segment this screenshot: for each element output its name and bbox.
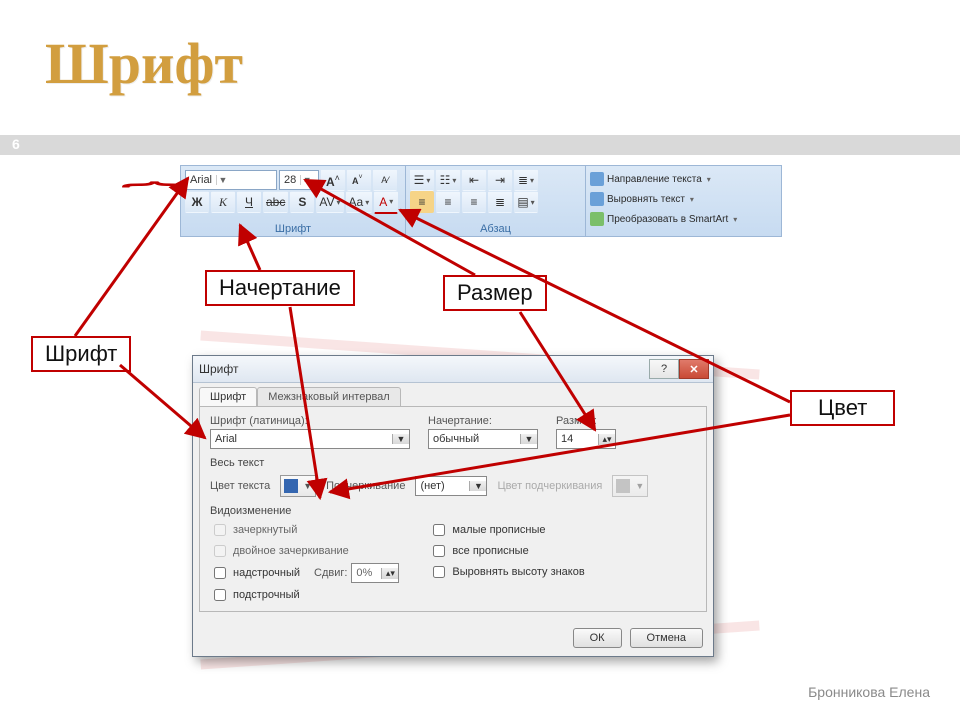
bullets-button[interactable]: ☰ [410, 169, 434, 191]
ck-smallcaps[interactable]: малые прописные [429, 521, 584, 539]
font-name-combo[interactable]: Arial ▼ [185, 170, 277, 190]
align-text-label: Выровнять текст [607, 194, 685, 205]
all-text-section: Весь текст [210, 457, 696, 469]
ribbon-group-paragraph: ☰ ☷ ⇤ ⇥ ≣ ≡ ≡ ≡ ≣ ▤ Абзац [406, 166, 586, 236]
ribbon-group-label-font: Шрифт [181, 223, 405, 235]
grow-font-icon [326, 173, 340, 187]
ok-button[interactable]: ОК [573, 628, 622, 648]
dialog-title: Шрифт [199, 362, 238, 376]
ck-super[interactable]: надстрочный Сдвиг: 0% ▴▾ [210, 563, 399, 583]
indent-dec-button[interactable]: ⇤ [462, 169, 486, 191]
cancel-button[interactable]: Отмена [630, 628, 703, 648]
tab-font[interactable]: Шрифт [199, 387, 257, 406]
bold-button[interactable]: Ж [185, 191, 209, 213]
text-direction-label: Направление текста [607, 174, 702, 185]
align-left-button[interactable]: ≡ [410, 191, 434, 213]
ribbon-group-extra: Направление текста Выровнять текст Преоб… [586, 166, 781, 236]
italic-button[interactable]: К [211, 191, 235, 213]
annot-razmer: Размер [443, 275, 547, 311]
slide-title: Шрифт [45, 30, 243, 97]
textcolor-label: Цвет текста [210, 480, 270, 492]
style-value: обычный [429, 433, 520, 445]
textcolor-button[interactable]: ▼ [280, 475, 316, 497]
chevron-down-icon: ▼ [300, 175, 313, 185]
ck-strike[interactable]: зачеркнутый [210, 521, 399, 539]
shadow-button[interactable]: S [290, 191, 314, 213]
modification-section: Видоизменение [210, 505, 696, 517]
chevron-down-icon: ▼ [520, 434, 537, 444]
font-size-combo[interactable]: 28 ▼ [279, 170, 319, 190]
underline-button[interactable]: Ч [237, 191, 261, 213]
line-spacing-button[interactable]: ≣ [514, 169, 538, 191]
underline-value: (нет) [416, 480, 469, 492]
offset-label: Сдвиг: [314, 567, 347, 579]
font-label: Шрифт (латиница): [210, 415, 410, 427]
shrink-font-button[interactable] [347, 169, 371, 191]
color-swatch-icon [616, 479, 630, 493]
font-size-value: 28 [280, 174, 300, 186]
font-color-button[interactable]: A [374, 191, 398, 214]
smartart-button[interactable]: Преобразовать в SmartArt [590, 209, 777, 229]
ck-dblstrike[interactable]: двойное зачеркивание [210, 542, 399, 560]
ck-sub[interactable]: подстрочный [210, 586, 399, 604]
underline-label: Подчеркивание [326, 480, 405, 492]
offset-value: 0% [352, 567, 381, 579]
style-label: Начертание: [428, 415, 538, 427]
size-value: 14 [557, 433, 598, 445]
help-button[interactable]: ? [649, 359, 679, 379]
annot-shrift: Шрифт [31, 336, 131, 372]
ulinecolor-button: ▼ [612, 475, 648, 497]
tab-spacing[interactable]: Межзнаковый интервал [257, 387, 401, 406]
numbering-button[interactable]: ☷ [436, 169, 460, 191]
size-combo[interactable]: 14 ▴▾ [556, 429, 616, 449]
ck-equalize[interactable]: Выровнять высоту знаков [429, 563, 584, 581]
align-right-button[interactable]: ≡ [462, 191, 486, 213]
slide-divider: 6 [0, 135, 960, 155]
align-text-button[interactable]: Выровнять текст [590, 189, 777, 209]
style-combo[interactable]: обычный ▼ [428, 429, 538, 449]
size-label: Размер: [556, 415, 616, 427]
columns-button[interactable]: ▤ [514, 191, 538, 213]
text-direction-icon [590, 172, 604, 186]
close-button[interactable]: ✕ [679, 359, 709, 379]
shrink-font-icon [352, 173, 366, 187]
font-dialog: Шрифт ? ✕ Шрифт Межзнаковый интервал Шри… [192, 355, 714, 657]
ribbon-group-font: Arial ▼ 28 ▼ A⁄ Ж К Ч abc S AV Aa A [181, 166, 406, 236]
annot-cvet: Цвет [790, 390, 895, 426]
dialog-titlebar: Шрифт ? ✕ [193, 356, 713, 383]
char-spacing-button[interactable]: AV [316, 191, 343, 213]
strike-button[interactable]: abc [263, 191, 288, 213]
font-name-value: Arial [186, 174, 216, 186]
offset-combo[interactable]: 0% ▴▾ [351, 563, 399, 583]
ulinecolor-label: Цвет подчеркивания [497, 480, 602, 492]
justify-button[interactable]: ≣ [488, 191, 512, 213]
spinner-icon: ▴▾ [598, 434, 615, 445]
smartart-label: Преобразовать в SmartArt [607, 214, 728, 225]
font-combo[interactable]: Arial ▼ [210, 429, 410, 449]
annot-nachertanie: Начертание [205, 270, 355, 306]
ribbon: Arial ▼ 28 ▼ A⁄ Ж К Ч abc S AV Aa A [180, 165, 782, 237]
text-direction-button[interactable]: Направление текста [590, 169, 777, 189]
align-center-button[interactable]: ≡ [436, 191, 460, 213]
change-case-button[interactable]: Aa [346, 191, 373, 213]
ck-allcaps[interactable]: все прописные [429, 542, 584, 560]
grow-font-button[interactable] [321, 169, 345, 191]
color-swatch-icon [284, 479, 298, 493]
clear-format-button[interactable]: A⁄ [373, 169, 397, 191]
font-value: Arial [211, 433, 392, 445]
smartart-icon [590, 212, 604, 226]
chevron-down-icon: ▼ [469, 481, 486, 491]
slide-number: 6 [12, 136, 20, 152]
ribbon-group-label-para: Абзац [406, 223, 585, 235]
underline-combo[interactable]: (нет) ▼ [415, 476, 487, 496]
spinner-icon: ▴▾ [381, 568, 398, 579]
slide-author: Бронникова Елена [808, 684, 930, 700]
align-text-icon [590, 192, 604, 206]
chevron-down-icon: ▼ [216, 175, 229, 185]
brace-icon: ⏟ [121, 182, 188, 215]
indent-inc-button[interactable]: ⇥ [488, 169, 512, 191]
chevron-down-icon: ▼ [392, 434, 409, 444]
